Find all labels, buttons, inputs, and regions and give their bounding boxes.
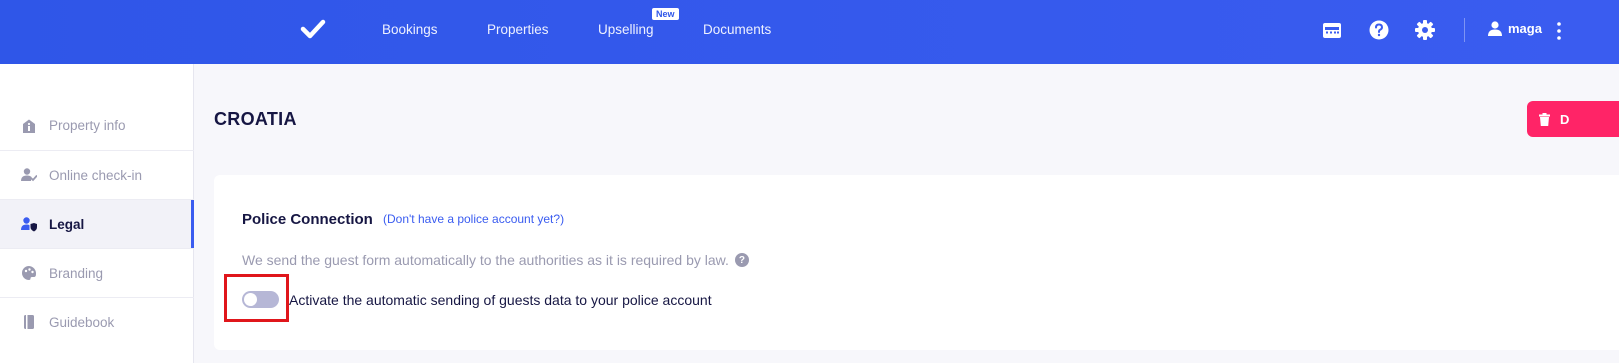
- nav-bookings[interactable]: Bookings: [382, 22, 438, 37]
- sidebar-item-online-check-in[interactable]: Online check-in: [0, 150, 194, 199]
- new-badge: New: [652, 8, 679, 20]
- user-shield-icon: [21, 217, 37, 232]
- user-icon: [1488, 21, 1502, 36]
- delete-button-label: D: [1560, 111, 1570, 127]
- gear-icon[interactable]: [1414, 19, 1436, 41]
- sidebar-item-label: Branding: [49, 265, 104, 281]
- settings-sidebar: Property info Online check-in Legal Bran…: [0, 64, 194, 363]
- palette-icon: [22, 266, 37, 280]
- sidebar-item-branding[interactable]: Branding: [0, 248, 194, 297]
- sidebar-item-guidebook[interactable]: Guidebook: [0, 297, 194, 346]
- police-account-link[interactable]: (Don't have a police account yet?): [383, 212, 564, 226]
- card-description: We send the guest form automatically to …: [242, 252, 749, 268]
- sidebar-item-label: Guidebook: [49, 314, 115, 330]
- nav-properties[interactable]: Properties: [487, 22, 549, 37]
- police-connection-card: Police Connection (Don't have a police a…: [214, 175, 1619, 350]
- user-check-icon: [21, 168, 37, 182]
- nav-documents[interactable]: Documents: [703, 22, 771, 37]
- sidebar-item-label: Legal: [49, 216, 85, 232]
- help-tooltip-icon[interactable]: ?: [734, 253, 749, 267]
- highlight-annotation-box: [224, 274, 289, 322]
- sidebar-item-property-info[interactable]: Property info: [0, 101, 194, 150]
- info-house-icon: [23, 119, 35, 133]
- check-logo-icon[interactable]: [300, 16, 326, 42]
- sidebar-item-label: Property info: [49, 118, 126, 133]
- nav-upselling[interactable]: Upselling: [598, 22, 654, 37]
- user-name: maga: [1508, 21, 1542, 36]
- description-text: We send the guest form automatically to …: [242, 252, 729, 268]
- topbar-divider: [1464, 18, 1465, 42]
- user-menu[interactable]: maga: [1488, 21, 1542, 36]
- card-title: Police Connection: [242, 211, 373, 228]
- sidebar-item-legal[interactable]: Legal: [0, 199, 194, 248]
- toggle-label: Activate the automatic sending of guests…: [289, 292, 712, 308]
- delete-button[interactable]: D: [1527, 101, 1619, 137]
- help-icon[interactable]: [1368, 19, 1390, 41]
- kebab-menu-icon[interactable]: [1556, 20, 1562, 42]
- sidebar-item-label: Online check-in: [49, 167, 143, 183]
- trash-icon: [1539, 112, 1550, 126]
- book-icon: [24, 315, 34, 329]
- page-title: CROATIA: [214, 109, 297, 129]
- top-navigation-bar: Bookings Properties Upselling New Docume…: [0, 0, 1619, 64]
- calendar-board-icon[interactable]: [1321, 19, 1343, 41]
